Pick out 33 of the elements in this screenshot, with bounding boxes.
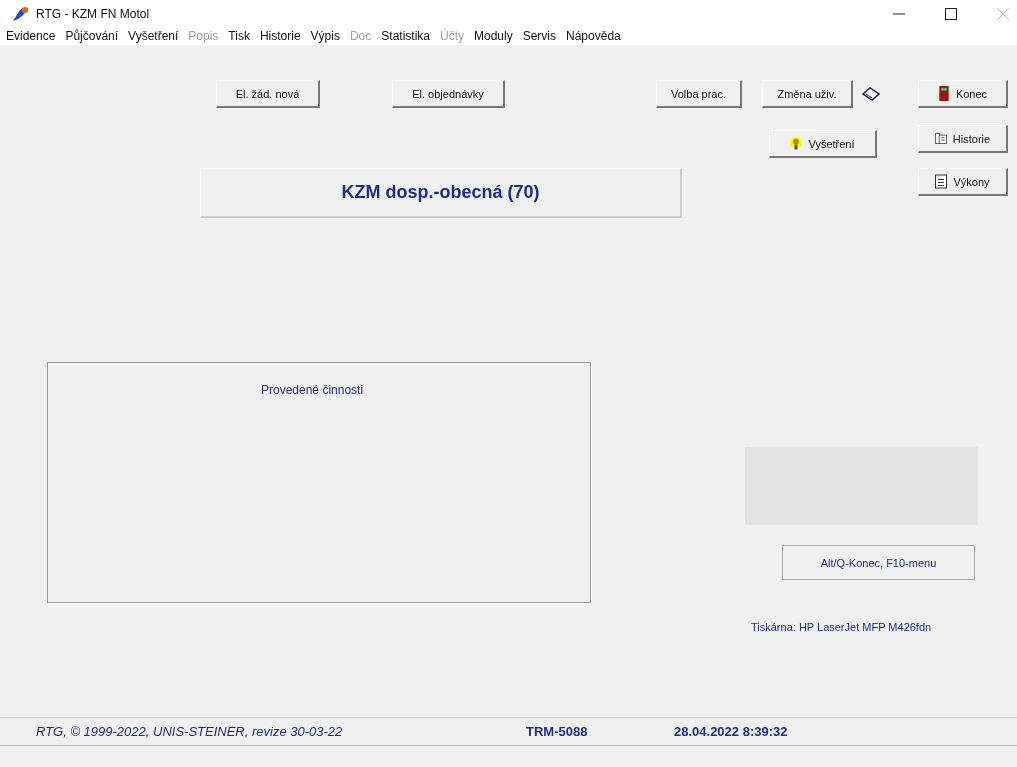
copyright-text: RTG, © 1999-2022, UNIS-STEINER, revize 30-03-22 [36, 724, 344, 739]
printer-label: Tiskárna: HP LaserJet MFP M426fdn [751, 621, 932, 633]
workplace-button[interactable]: Volba prac. [656, 80, 742, 108]
door-icon [937, 86, 950, 101]
electronic-request-button[interactable]: El. žád. nová [216, 80, 320, 108]
shortcut-hint-button[interactable]: Alt/Q-Konec, F10-menu [782, 545, 975, 580]
date-time: 28.04.2022 8:39:32 [674, 724, 788, 739]
menu-item[interactable]: Evidence [6, 29, 56, 43]
exit-button[interactable]: Konec [918, 80, 1008, 108]
change-user-button[interactable]: Změna uživ. [762, 80, 853, 108]
terminal-label: TRM-5088 [526, 724, 589, 739]
book-icon[interactable] [862, 87, 880, 101]
menu-item[interactable]: Výpis [310, 29, 340, 43]
department-header: KZM dosp.-obecná (70) [200, 168, 682, 218]
documents-icon [934, 131, 947, 146]
menu-item[interactable]: Moduly [474, 29, 513, 43]
lightbulb-icon [790, 136, 803, 151]
window-title: RTG - KZM FN Motol [36, 6, 150, 21]
history-button[interactable]: Historie [918, 125, 1008, 153]
document-icon [935, 174, 948, 189]
menu-item[interactable]: Nápověda [566, 29, 621, 43]
menu-item[interactable]: Historie [259, 29, 301, 43]
menu-item[interactable]: Půjčování [65, 29, 119, 43]
examination-button[interactable]: Vyšetření [769, 130, 877, 158]
app-logo-icon [12, 5, 30, 22]
maximize-icon[interactable] [945, 7, 957, 20]
electronic-orders-button[interactable]: El. objednávky [392, 80, 505, 108]
activities-title: Provedené činnosti [261, 383, 364, 397]
menu-item[interactable]: Vyšetření [128, 29, 179, 43]
menu-item[interactable]: Tisk [228, 29, 250, 43]
menu-item[interactable]: Servis [522, 29, 556, 43]
menu-item[interactable]: Statistika [381, 29, 430, 43]
procedures-button[interactable]: Výkony [918, 168, 1008, 196]
